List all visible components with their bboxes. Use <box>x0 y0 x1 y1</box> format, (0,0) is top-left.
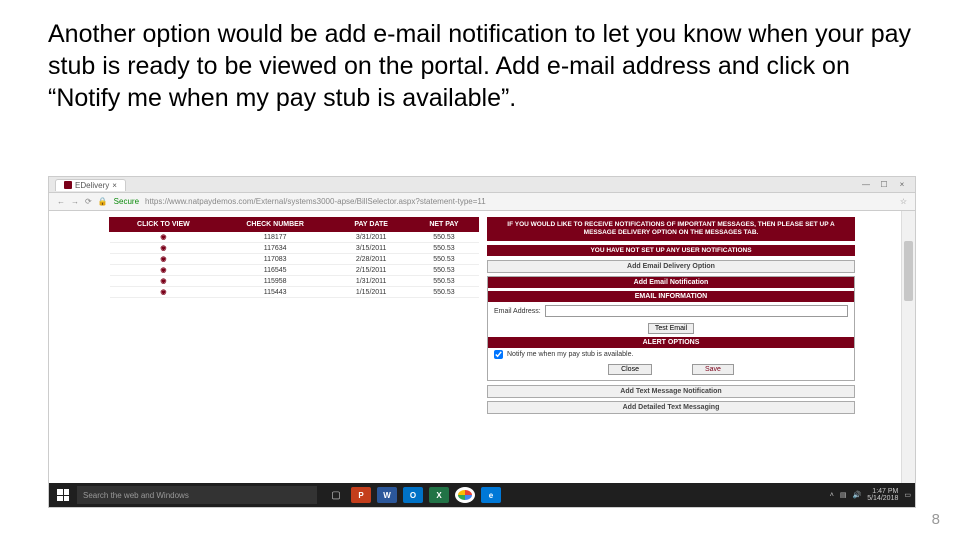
window-controls: — ☐ × <box>859 180 915 189</box>
slide-number: 8 <box>932 511 940 528</box>
add-email-delivery-option[interactable]: Add Email Delivery Option <box>487 260 855 273</box>
taskbar-pinned-apps: ▢ P W O X e <box>327 486 501 504</box>
notify-paystub-label: Notify me when my pay stub is available. <box>507 351 633 358</box>
chrome-icon[interactable] <box>455 487 475 503</box>
col-click-to-view: CLICK TO VIEW <box>110 218 218 232</box>
save-button[interactable]: Save <box>692 364 734 375</box>
tab-close-icon[interactable]: × <box>112 181 117 190</box>
windows-taskbar: Search the web and Windows ▢ P W O X e ˄… <box>49 483 915 507</box>
add-email-notification-header: Add Email Notification <box>488 277 854 288</box>
cell-pay-date: 3/15/2011 <box>333 243 409 254</box>
cell-pay-date: 1/31/2011 <box>333 276 409 287</box>
tray-notifications-icon[interactable]: ▭ <box>904 491 911 499</box>
tray-volume-icon[interactable]: 🔊 <box>853 491 862 499</box>
excel-icon[interactable]: X <box>429 487 449 503</box>
view-stub-icon[interactable]: ◉ <box>110 232 218 243</box>
instruction-text: Another option would be add e-mail notif… <box>48 18 912 114</box>
tray-chevron-icon[interactable]: ˄ <box>830 492 834 499</box>
tray-date: 5/14/2018 <box>867 495 898 502</box>
cell-pay-date: 2/28/2011 <box>333 254 409 265</box>
cell-net-pay: 550.53 <box>409 265 478 276</box>
outlook-icon[interactable]: O <box>403 487 423 503</box>
back-icon[interactable]: ← <box>57 197 65 206</box>
view-stub-icon[interactable]: ◉ <box>110 265 218 276</box>
notifications-panel: IF YOU WOULD LIKE TO RECEIVE NOTIFICATIO… <box>487 217 855 411</box>
forward-icon[interactable]: → <box>71 197 79 206</box>
table-row: ◉1170832/28/2011550.53 <box>110 254 479 265</box>
cell-check-number: 115958 <box>217 276 333 287</box>
cell-net-pay: 550.53 <box>409 232 478 243</box>
cell-pay-date: 3/31/2011 <box>333 232 409 243</box>
scrollbar-thumb[interactable] <box>904 241 913 301</box>
table-row: ◉1181773/31/2011550.53 <box>110 232 479 243</box>
add-detailed-text-messaging[interactable]: Add Detailed Text Messaging <box>487 401 855 414</box>
bookmark-star-icon[interactable]: ☆ <box>900 197 907 206</box>
tray-clock[interactable]: 1:47 PM 5/14/2018 <box>867 488 898 502</box>
cell-check-number: 118177 <box>217 232 333 243</box>
address-bar: ← → ⟳ 🔒 Secure https://www.natpaydemos.c… <box>49 193 915 211</box>
cell-net-pay: 550.53 <box>409 243 478 254</box>
test-email-button[interactable]: Test Email <box>648 323 694 334</box>
reload-icon[interactable]: ⟳ <box>85 197 92 206</box>
add-text-message-notification[interactable]: Add Text Message Notification <box>487 385 855 398</box>
notify-paystub-checkbox[interactable] <box>494 350 503 359</box>
page-content: CLICK TO VIEW CHECK NUMBER PAY DATE NET … <box>49 211 915 411</box>
scrollbar[interactable] <box>901 211 915 483</box>
cell-check-number: 115443 <box>217 287 333 298</box>
cell-net-pay: 550.53 <box>409 254 478 265</box>
cell-check-number: 116545 <box>217 265 333 276</box>
add-email-notification-panel: Add Email Notification EMAIL INFORMATION… <box>487 276 855 381</box>
tray-network-icon[interactable]: ▤ <box>840 491 847 499</box>
cell-pay-date: 2/15/2011 <box>333 265 409 276</box>
cell-net-pay: 550.53 <box>409 287 478 298</box>
cell-check-number: 117634 <box>217 243 333 254</box>
taskbar-search[interactable]: Search the web and Windows <box>77 486 317 504</box>
col-net-pay: NET PAY <box>409 218 478 232</box>
email-address-input[interactable] <box>545 305 848 317</box>
favicon-icon <box>64 181 72 189</box>
tray-time: 1:47 PM <box>867 488 898 495</box>
view-stub-icon[interactable]: ◉ <box>110 287 218 298</box>
close-window-icon[interactable]: × <box>895 180 909 189</box>
url-text[interactable]: https://www.natpaydemos.com/External/sys… <box>145 197 894 206</box>
lock-icon: 🔒 <box>98 197 108 206</box>
tab-title: EDelivery <box>75 181 109 190</box>
browser-tab[interactable]: EDelivery × <box>55 179 126 191</box>
table-row: ◉1165452/15/2011550.53 <box>110 265 479 276</box>
col-check-number: CHECK NUMBER <box>217 218 333 232</box>
task-view-icon[interactable]: ▢ <box>327 486 345 504</box>
email-information-header: EMAIL INFORMATION <box>488 291 854 302</box>
windows-logo-icon <box>57 489 69 501</box>
table-row: ◉1154431/15/2011550.53 <box>110 287 479 298</box>
paystub-table: CLICK TO VIEW CHECK NUMBER PAY DATE NET … <box>109 217 479 298</box>
cell-check-number: 117083 <box>217 254 333 265</box>
system-tray: ˄ ▤ 🔊 1:47 PM 5/14/2018 ▭ <box>830 488 911 502</box>
alert-options-header: ALERT OPTIONS <box>488 337 854 348</box>
setup-notice: IF YOU WOULD LIKE TO RECEIVE NOTIFICATIO… <box>487 217 855 241</box>
cell-pay-date: 1/15/2011 <box>333 287 409 298</box>
start-button[interactable] <box>53 485 73 505</box>
view-stub-icon[interactable]: ◉ <box>110 243 218 254</box>
close-button[interactable]: Close <box>608 364 652 375</box>
email-address-label: Email Address: <box>494 308 541 315</box>
view-stub-icon[interactable]: ◉ <box>110 254 218 265</box>
table-row: ◉1176343/15/2011550.53 <box>110 243 479 254</box>
edge-icon[interactable]: e <box>481 487 501 503</box>
paystub-table-panel: CLICK TO VIEW CHECK NUMBER PAY DATE NET … <box>109 217 479 411</box>
no-notifications-bar: YOU HAVE NOT SET UP ANY USER NOTIFICATIO… <box>487 245 855 257</box>
col-pay-date: PAY DATE <box>333 218 409 232</box>
powerpoint-icon[interactable]: P <box>351 487 371 503</box>
secure-label: Secure <box>114 197 139 206</box>
minimize-icon[interactable]: — <box>859 180 873 189</box>
maximize-icon[interactable]: ☐ <box>877 180 891 189</box>
view-stub-icon[interactable]: ◉ <box>110 276 218 287</box>
table-row: ◉1159581/31/2011550.53 <box>110 276 479 287</box>
cell-net-pay: 550.53 <box>409 276 478 287</box>
taskbar-search-placeholder: Search the web and Windows <box>83 491 189 500</box>
word-icon[interactable]: W <box>377 487 397 503</box>
embedded-screenshot: EDelivery × — ☐ × ← → ⟳ 🔒 Secure https:/… <box>48 176 916 508</box>
browser-tab-strip: EDelivery × — ☐ × <box>49 177 915 193</box>
